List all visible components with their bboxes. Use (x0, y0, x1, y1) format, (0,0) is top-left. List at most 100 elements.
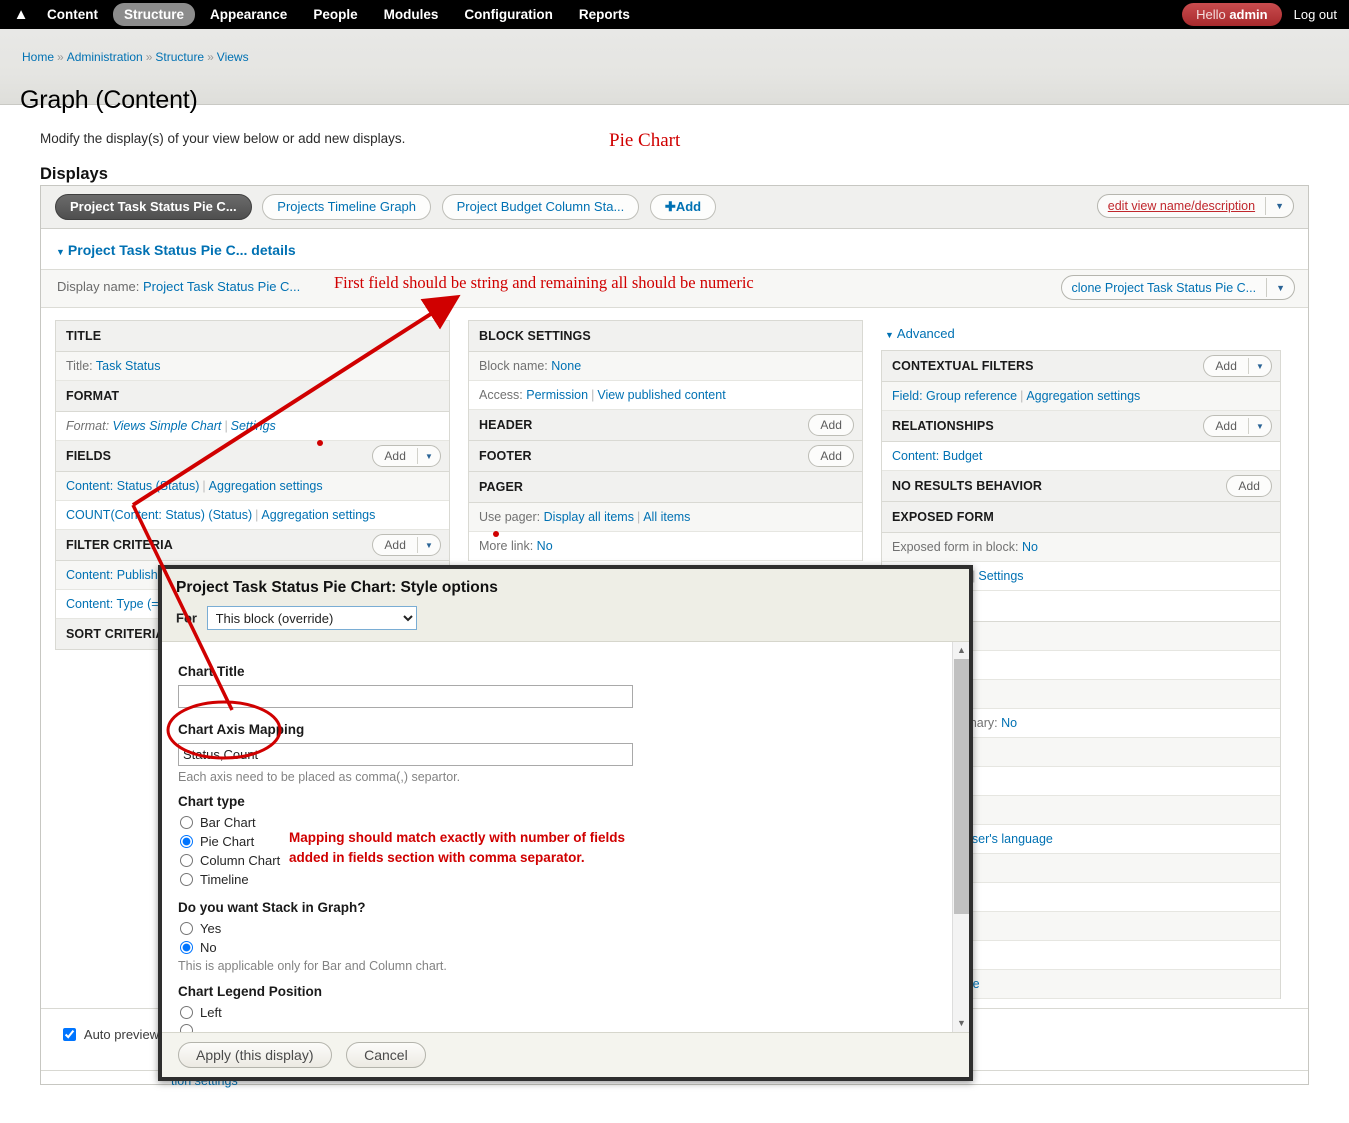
chart-title-input[interactable] (178, 685, 633, 708)
page-title: Graph (Content) (20, 85, 198, 114)
legend-radio-left[interactable] (180, 1006, 193, 1019)
chart-axis-mapping-input[interactable] (178, 743, 633, 766)
logout-link[interactable]: Log out (1294, 7, 1337, 22)
link-display-all-items[interactable]: Display all items (544, 510, 634, 524)
breadcrumb-views[interactable]: Views (217, 50, 249, 64)
link-content-type[interactable]: Content: Type (= (66, 597, 159, 611)
stack-option-yes[interactable]: Yes (178, 921, 969, 936)
scrollbar-thumb[interactable] (954, 659, 969, 914)
chevron-down-icon[interactable]: ▼ (1267, 283, 1294, 293)
toolbar-item-reports[interactable]: Reports (568, 3, 641, 26)
scroll-down-arrow-icon[interactable]: ▼ (953, 1015, 969, 1032)
link-no[interactable]: No (1001, 716, 1017, 730)
modal-for-row: For This block (override) All displays (176, 606, 969, 630)
clone-display-label[interactable]: clone Project Task Status Pie C... (1062, 281, 1267, 295)
section-title-title: TITLE (56, 321, 449, 352)
auto-preview-checkbox[interactable] (63, 1028, 76, 1041)
toolbar-item-modules[interactable]: Modules (373, 3, 450, 26)
chart-type-label: Chart type (178, 794, 245, 809)
add-field-button[interactable]: Add ▼ (372, 445, 441, 467)
link-exposed-form-no[interactable]: No (1022, 540, 1038, 554)
chart-type-radio-column[interactable] (180, 854, 193, 867)
display-details-heading[interactable]: ▼ Project Task Status Pie C... details (41, 229, 1308, 270)
chart-type-radio-pie[interactable] (180, 835, 193, 848)
chart-type-option-timeline[interactable]: Timeline (178, 872, 969, 887)
stack-radio-yes[interactable] (180, 922, 193, 935)
clone-display-button[interactable]: clone Project Task Status Pie C... ▼ (1060, 275, 1295, 300)
chevron-down-icon[interactable]: ▼ (1249, 362, 1271, 371)
link-all-items[interactable]: All items (643, 510, 690, 524)
cancel-button[interactable]: Cancel (346, 1042, 426, 1068)
link-content-budget[interactable]: Content: Budget (892, 449, 982, 463)
link-block-name-none[interactable]: None (551, 359, 581, 373)
add-footer-button[interactable]: Add (808, 445, 854, 467)
section-title-block-settings: BLOCK SETTINGS (469, 321, 862, 352)
toolbar-item-people[interactable]: People (302, 3, 368, 26)
legend-option-next[interactable] (178, 1024, 969, 1032)
toolbar-item-appearance[interactable]: Appearance (199, 3, 298, 26)
link-task-status[interactable]: Task Status (96, 359, 161, 373)
advanced-toggle[interactable]: ▼ Advanced (881, 320, 1281, 350)
modal-scrollbar[interactable]: ▲ ▼ (952, 642, 969, 1032)
add-no-results-label[interactable]: Add (1227, 479, 1271, 493)
add-relationship-label[interactable]: Add (1204, 419, 1248, 433)
add-no-results-button[interactable]: Add (1226, 475, 1272, 497)
link-content-status[interactable]: Content: Status (Status) (66, 479, 199, 493)
link-aggregation-settings[interactable]: Aggregation settings (1026, 389, 1140, 403)
link-permission[interactable]: Permission (526, 388, 588, 402)
toolbar-item-content[interactable]: Content (36, 3, 109, 26)
chart-type-radio-bar[interactable] (180, 816, 193, 829)
link-count-content-status[interactable]: COUNT(Content: Status) (Status) (66, 508, 252, 522)
breadcrumb-administration[interactable]: Administration (67, 50, 143, 64)
add-header-label[interactable]: Add (809, 418, 853, 432)
add-footer-label[interactable]: Add (809, 449, 853, 463)
add-relationship-button[interactable]: Add ▼ (1203, 415, 1272, 437)
add-header-button[interactable]: Add (808, 414, 854, 436)
user-greeting-badge[interactable]: Hello admin (1182, 3, 1282, 26)
toolbar-item-configuration[interactable]: Configuration (453, 3, 563, 26)
link-format-settings[interactable]: Settings (231, 419, 276, 433)
stack-radio-no[interactable] (180, 941, 193, 954)
add-display-label: Add (675, 199, 702, 214)
legend-option-left[interactable]: Left (178, 1005, 969, 1020)
add-filter-button[interactable]: Add ▼ (372, 534, 441, 556)
link-views-simple-chart[interactable]: Views Simple Chart (113, 419, 222, 433)
chevron-down-icon[interactable]: ▼ (1266, 201, 1293, 211)
display-tab-timeline-graph[interactable]: Projects Timeline Graph (262, 194, 432, 220)
separator: | (591, 388, 595, 402)
chart-type-radio-timeline[interactable] (180, 873, 193, 886)
edit-view-name-label[interactable]: edit view name/description (1098, 199, 1265, 213)
legend-radio-next[interactable] (180, 1024, 193, 1032)
link-field-group-reference[interactable]: Field: Group reference (892, 389, 1017, 403)
edit-view-name-button[interactable]: edit view name/description ▼ (1096, 194, 1294, 218)
chevron-down-icon[interactable]: ▼ (418, 541, 440, 550)
add-field-label[interactable]: Add (373, 449, 417, 463)
section-label: CONTEXTUAL FILTERS (892, 359, 1034, 373)
link-more-link-no[interactable]: No (537, 539, 553, 553)
chevron-down-icon[interactable]: ▼ (418, 452, 440, 461)
link-aggregation-settings[interactable]: Aggregation settings (261, 508, 375, 522)
display-tab-pie-chart[interactable]: Project Task Status Pie C... (55, 194, 252, 220)
for-display-select[interactable]: This block (override) All displays (206, 606, 417, 630)
chart-axis-mapping-description: Each axis need to be placed as comma(,) … (178, 770, 461, 784)
add-contextual-filter-label[interactable]: Add (1204, 359, 1248, 373)
legend-label: Chart Legend Position (178, 984, 323, 999)
stack-label-yes: Yes (200, 921, 222, 936)
add-display-button[interactable]: ✚Add (649, 194, 717, 220)
breadcrumb-home[interactable]: Home (22, 50, 54, 64)
scroll-up-arrow-icon[interactable]: ▲ (953, 642, 969, 659)
stack-description: This is applicable only for Bar and Colu… (178, 959, 447, 973)
breadcrumb-structure[interactable]: Structure (155, 50, 204, 64)
toolbar-item-structure[interactable]: Structure (113, 3, 196, 26)
display-name-value[interactable]: Project Task Status Pie C... (143, 279, 300, 294)
home-icon[interactable]: ▲ (8, 0, 34, 29)
apply-this-display-button[interactable]: Apply (this display) (178, 1042, 332, 1068)
link-form-style-settings[interactable]: Settings (978, 569, 1023, 583)
add-contextual-filter-button[interactable]: Add ▼ (1203, 355, 1272, 377)
stack-option-no[interactable]: No (178, 940, 969, 955)
add-filter-label[interactable]: Add (373, 538, 417, 552)
link-view-published-content[interactable]: View published content (597, 388, 725, 402)
link-aggregation-settings[interactable]: Aggregation settings (209, 479, 323, 493)
chevron-down-icon[interactable]: ▼ (1249, 422, 1271, 431)
display-tab-column-stack[interactable]: Project Budget Column Sta... (441, 194, 640, 220)
